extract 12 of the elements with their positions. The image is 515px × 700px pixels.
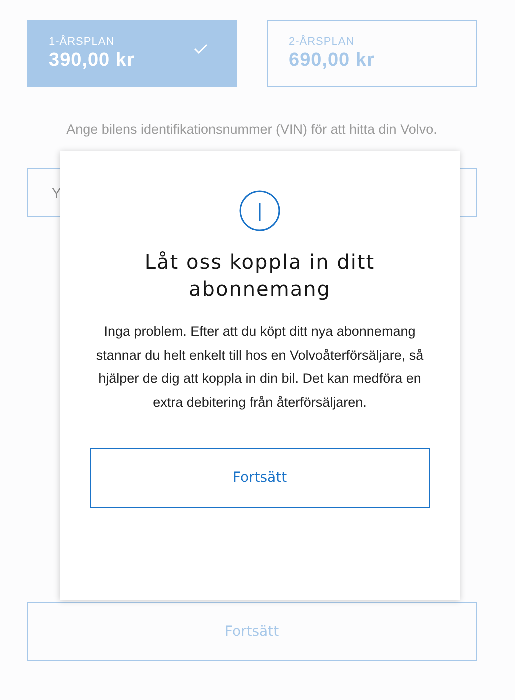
vin-hint: Ange bilens identifikationsnummer (VIN) för att hitta din Volvo. [66, 122, 438, 137]
info-icon [239, 190, 281, 232]
dialog-title: Låt oss koppla in ditt abonnemang [144, 249, 376, 303]
plan-label: 2-ÅRSPLAN [289, 36, 356, 48]
plan-label: 1-ÅRSPLAN [49, 36, 116, 48]
plan-price: 390,00 kr [49, 50, 135, 72]
dialog-message: Inga problem. Efter att du köpt ditt nya abonnemang stannar du helt enkelt till hos en Volvoåterförsäljare, så hjälper de dig att koppla in din bil. Det kan medföra en extra debitering från återförsäljaren. [95, 323, 425, 412]
plan-price: 690,00 kr [289, 50, 375, 72]
plan-option[interactable]: 2-ÅRSPLAN 690,00 kr [267, 20, 477, 87]
plan-option[interactable]: 1-ÅRSPLAN 390,00 kr [27, 20, 237, 87]
check-icon [194, 44, 208, 54]
dialog-continue-button[interactable]: Fortsätt [90, 448, 430, 508]
